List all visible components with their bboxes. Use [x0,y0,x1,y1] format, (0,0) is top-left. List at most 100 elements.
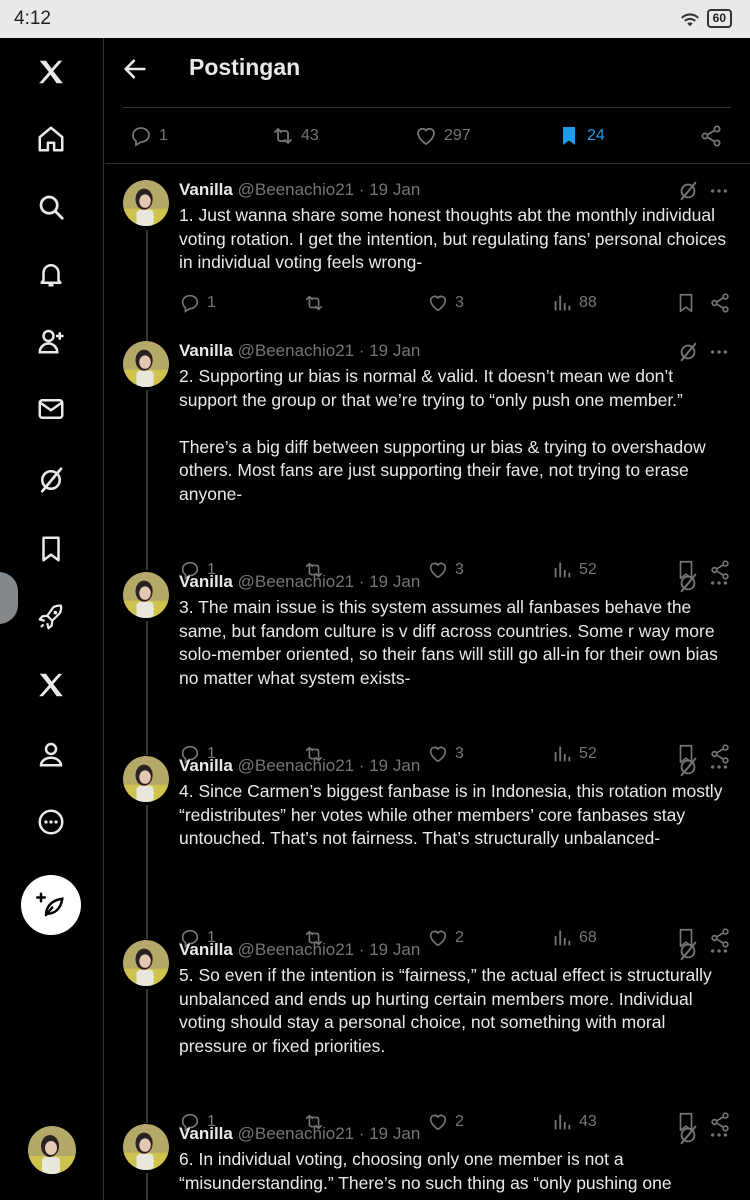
repost-stat[interactable]: 43 [271,124,319,148]
reply-count: 1 [207,294,216,311]
post-header: Vanilla @Beenachio21 · 19 Jan [179,572,420,592]
handle-date[interactable]: @Beenachio21 · 19 Jan [238,940,421,959]
post-header: Vanilla @Beenachio21 · 19 Jan [179,1124,420,1144]
home-icon[interactable] [27,115,75,163]
post-header: Vanilla @Beenachio21 · 19 Jan [179,341,420,361]
grok-icon[interactable] [677,940,699,962]
premium-x-icon[interactable] [27,661,75,709]
views-button[interactable]: 52 [551,559,597,581]
views-icon [554,1114,571,1130]
reply-stat[interactable]: 1 [129,124,168,148]
like-stat[interactable]: 297 [414,124,471,148]
like-button[interactable]: 2 [427,927,464,949]
main-column: Postingan 1 43 297 24 Vanilla @Beenachio… [105,38,750,1200]
handle-date[interactable]: @Beenachio21 · 19 Jan [238,572,421,591]
handle-date[interactable]: @Beenachio21 · 19 Jan [238,341,421,360]
heart-icon [417,127,435,146]
more-options-icon[interactable] [708,940,730,962]
reply-icon [132,127,150,147]
grok-icon[interactable] [677,1124,699,1146]
bookmark-stat[interactable]: 24 [557,124,605,148]
grok-icon[interactable] [27,456,75,504]
views-button[interactable]: 43 [551,1111,597,1133]
repost-count: 43 [301,127,319,144]
avatar[interactable] [123,940,169,986]
follow-icon[interactable] [27,317,75,365]
more-icon[interactable] [27,798,75,846]
thread-line [146,989,148,1123]
handle-date[interactable]: @Beenachio21 · 19 Jan [238,180,421,199]
compose-icon [36,892,64,917]
views-button[interactable]: 52 [551,743,597,765]
reply-icon [181,294,199,313]
bookmarks-icon[interactable] [27,525,75,573]
thread-line [146,230,148,342]
profile-icon[interactable] [27,730,75,778]
views-button[interactable]: 88 [551,292,597,314]
account-avatar[interactable] [28,1126,76,1174]
post-stats-bar: 1 43 297 24 [105,108,750,164]
like-button[interactable]: 2 [427,1111,464,1133]
display-name[interactable]: Vanilla [179,572,233,591]
x-logo-icon[interactable] [27,48,75,96]
more-options-icon[interactable] [708,572,730,594]
thread-line [146,621,148,755]
display-name[interactable]: Vanilla [179,756,233,775]
more-options-icon[interactable] [708,756,730,778]
avatar[interactable] [123,572,169,618]
post-text: 4. Since Carmen’s biggest fanbase is in … [179,781,723,848]
back-arrow-icon[interactable] [121,55,149,83]
reply-button[interactable]: 1 [179,292,216,314]
avatar[interactable] [123,756,169,802]
display-name[interactable]: Vanilla [179,940,233,959]
wifi-icon [680,12,699,26]
handle-date[interactable]: @Beenachio21 · 19 Jan [238,756,421,775]
rocket-icon[interactable] [27,593,75,641]
like-count: 3 [455,561,464,578]
thread-line [146,390,148,570]
share-stat[interactable] [699,124,723,148]
views-icon [554,295,571,311]
post-text: 2. Supporting ur bias is normal & valid.… [179,366,706,504]
display-name[interactable]: Vanilla [179,180,233,199]
repost-button[interactable] [303,292,325,314]
battery-indicator: 60 [706,9,732,28]
share-icon [701,125,721,147]
like-button[interactable]: 3 [427,292,464,314]
heart-icon [429,562,447,579]
view-count: 68 [579,929,597,946]
handle-date[interactable]: @Beenachio21 · 19 Jan [238,1124,421,1143]
display-name[interactable]: Vanilla [179,1124,233,1143]
post-text: 6. In individual voting, choosing only o… [179,1149,672,1193]
notifications-icon[interactable] [27,250,75,298]
search-icon[interactable] [27,183,75,231]
grok-icon[interactable] [677,756,699,778]
share-button[interactable] [709,292,731,314]
avatar[interactable] [123,341,169,387]
heart-icon [429,295,447,312]
heart-icon [429,746,447,763]
avatar[interactable] [123,1124,169,1170]
status-bar: 4:12 60 [0,0,750,38]
display-name[interactable]: Vanilla [179,341,233,360]
like-button[interactable]: 3 [427,743,464,765]
avatar[interactable] [123,180,169,226]
more-options-icon[interactable] [708,341,730,363]
like-count: 297 [444,127,471,144]
post-header: Vanilla @Beenachio21 · 19 Jan [179,180,420,200]
post-header: Vanilla @Beenachio21 · 19 Jan [179,756,420,776]
grok-icon[interactable] [677,180,699,202]
compose-button[interactable] [21,875,81,935]
bookmark-icon [679,293,693,313]
post-header: Vanilla @Beenachio21 · 19 Jan [179,940,420,960]
bookmark-button[interactable] [675,292,697,314]
like-button[interactable]: 3 [427,559,464,581]
more-options-icon[interactable] [708,180,730,202]
grok-icon[interactable] [677,341,699,363]
views-button[interactable]: 68 [551,927,597,949]
more-options-icon[interactable] [708,1124,730,1146]
bookmark-filled-icon [563,127,575,145]
heart-icon [429,1114,447,1131]
grok-icon[interactable] [677,572,699,594]
messages-icon[interactable] [27,385,75,433]
